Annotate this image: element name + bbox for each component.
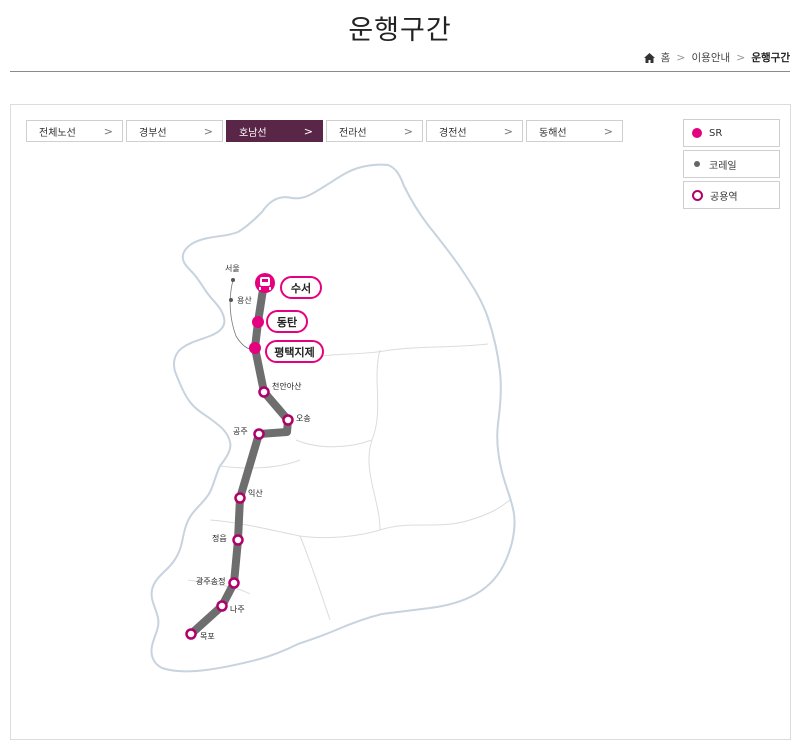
station-dot-seoul xyxy=(231,278,235,282)
station-label-mokpo: 목포 xyxy=(200,632,215,641)
sr-station-pyeongtaek-jije[interactable] xyxy=(249,342,261,354)
sr-label-pyeongtaek-jije: 평택지제 xyxy=(265,340,324,363)
station-label-naju: 나주 xyxy=(230,605,245,614)
korea-route-map: 서울 용산 수서 동탄 평택지제 천안아산 오송 공주 익산 정읍 광주송정 나… xyxy=(150,163,516,673)
station-label-seoul: 서울 xyxy=(225,264,240,273)
station-label-yongsan: 용산 xyxy=(237,295,252,305)
station-label-cheonan-asan: 천안아산 xyxy=(272,381,302,391)
shared-station-naju[interactable] xyxy=(216,600,228,612)
shared-station-mokpo[interactable] xyxy=(185,628,197,640)
shared-station-osong[interactable] xyxy=(282,414,294,426)
shared-station-jeongeup[interactable] xyxy=(232,534,244,546)
sr-label-text: 수서 xyxy=(291,281,311,295)
station-label-jeongeup: 정읍 xyxy=(212,533,227,543)
shared-station-iksan[interactable] xyxy=(234,492,246,504)
sr-label-text: 동탄 xyxy=(277,315,297,329)
station-label-osong: 오송 xyxy=(296,414,311,423)
shared-station-gwangju-songjeong[interactable] xyxy=(228,577,240,589)
sr-label-text: 평택지제 xyxy=(274,345,314,359)
shared-station-gongju[interactable] xyxy=(253,428,265,440)
sr-station-suseo[interactable] xyxy=(255,273,275,293)
sr-station-dongtan[interactable] xyxy=(252,316,264,328)
shared-station-cheonan-asan[interactable] xyxy=(258,386,270,398)
station-label-gongju: 공주 xyxy=(233,427,248,436)
station-dot-yongsan xyxy=(229,298,233,302)
station-label-iksan: 익산 xyxy=(248,488,263,498)
sr-label-suseo: 수서 xyxy=(280,276,322,299)
sr-label-dongtan: 동탄 xyxy=(266,310,308,333)
korea-outline xyxy=(150,163,516,673)
station-label-gwangju-songjeong: 광주송정 xyxy=(196,576,225,586)
